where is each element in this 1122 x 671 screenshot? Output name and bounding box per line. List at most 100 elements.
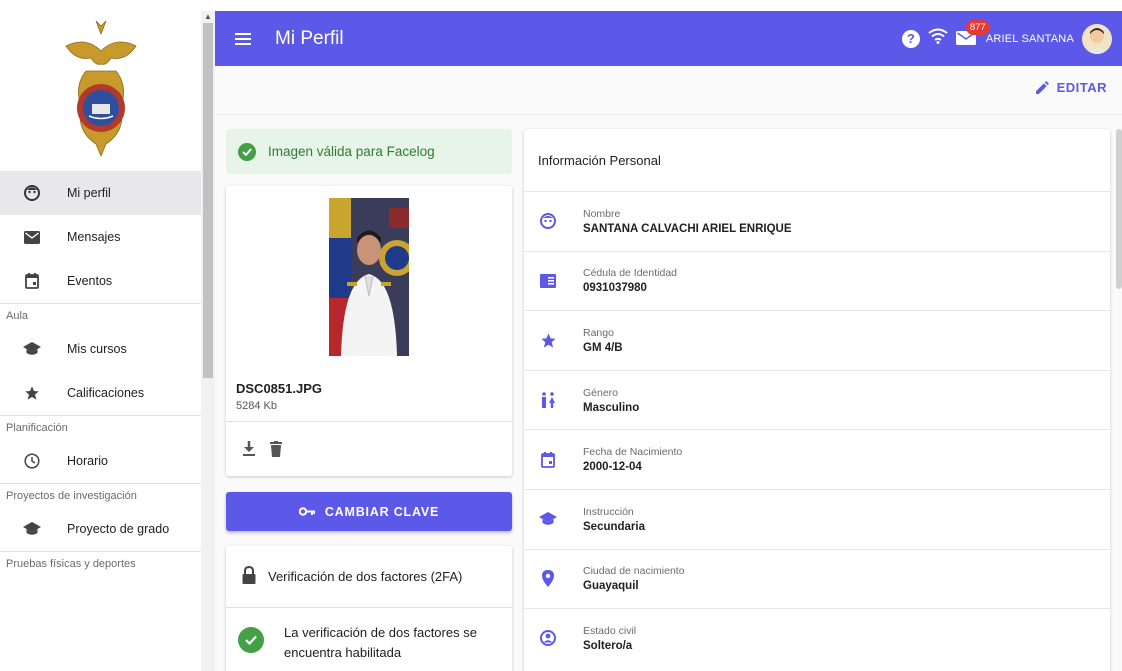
sidebar-item-horario[interactable]: Horario bbox=[0, 439, 201, 483]
menu-icon[interactable] bbox=[235, 32, 251, 45]
sidebar-item-mi-perfil[interactable]: Mi perfil bbox=[0, 171, 201, 215]
sidebar-item-mis-cursos[interactable]: Mis cursos bbox=[0, 327, 201, 371]
two-factor-status-line2: encuentra habilitada bbox=[284, 645, 402, 660]
face-icon bbox=[538, 211, 558, 231]
sidebar-item-label: Horario bbox=[67, 454, 108, 468]
photo-file-name: DSC0851.JPG bbox=[236, 381, 322, 396]
sidebar-item-proyecto-de-grado[interactable]: Proyecto de grado bbox=[0, 507, 201, 551]
help-icon[interactable]: ? bbox=[901, 29, 920, 48]
field-label: Instrucción bbox=[583, 505, 634, 518]
field-value: Soltero/a bbox=[583, 639, 633, 652]
sidebar-item-calificaciones[interactable]: Calificaciones bbox=[0, 371, 201, 415]
field-value: Masculino bbox=[583, 401, 640, 414]
info-row-nombre: Nombre SANTANA CALVACHI ARIEL ENRIQUE bbox=[524, 191, 1110, 251]
location-pin-icon bbox=[538, 569, 558, 589]
sidebar-item-label: Mensajes bbox=[67, 230, 121, 244]
change-password-button[interactable]: CAMBIAR CLAVE bbox=[226, 492, 512, 531]
section-aula: Aula bbox=[0, 303, 201, 327]
photo-valid-message: Imagen válida para Facelog bbox=[268, 144, 435, 159]
school-icon bbox=[22, 519, 42, 539]
user-name[interactable]: ARIEL SANTANA bbox=[986, 33, 1074, 45]
sidebar-item-label: Calificaciones bbox=[67, 386, 145, 400]
field-label: Nombre bbox=[583, 207, 621, 220]
section-planificacion: Planificación bbox=[0, 415, 201, 439]
sidebar-item-mensajes[interactable]: Mensajes bbox=[0, 215, 201, 259]
personal-info-title: Información Personal bbox=[538, 152, 661, 168]
sidebar: Mi perfil Mensajes Eventos Aula Mis curs… bbox=[0, 11, 201, 671]
photo-file-size: 5284 Kb bbox=[236, 400, 277, 412]
mail-icon bbox=[22, 227, 42, 247]
sidebar-item-label: Proyecto de grado bbox=[67, 522, 170, 536]
header-actions: ? 877 ARIEL SANTANA bbox=[901, 11, 1112, 66]
two-factor-status-line1: La verificación de dos factores se bbox=[284, 625, 477, 640]
two-factor-card: Verificación de dos factores (2FA) La ve… bbox=[226, 546, 512, 671]
sidebar-item-eventos[interactable]: Eventos bbox=[0, 259, 201, 303]
sidebar-scrollbar[interactable]: ▲ bbox=[201, 11, 215, 671]
field-value: GM 4/B bbox=[583, 341, 623, 354]
section-pruebas-fisicas: Pruebas físicas y deportes bbox=[0, 551, 201, 575]
app-root: Mi perfil Mensajes Eventos Aula Mis curs… bbox=[0, 0, 1122, 671]
school-icon bbox=[22, 339, 42, 359]
field-value: 2000-12-04 bbox=[583, 461, 642, 474]
sidebar-scroll-thumb[interactable] bbox=[203, 23, 213, 378]
field-label: Estado civil bbox=[583, 624, 637, 637]
field-value: Guayaquil bbox=[583, 580, 639, 593]
content-scroll-thumb[interactable] bbox=[1116, 129, 1122, 289]
two-factor-status: La verificación de dos factores se encue… bbox=[226, 608, 512, 671]
school-icon bbox=[538, 509, 558, 529]
notifications-button[interactable]: 877 bbox=[955, 19, 990, 48]
gender-icon bbox=[538, 390, 558, 410]
profile-photo-card: DSC0851.JPG 5284 Kb bbox=[226, 186, 512, 476]
id-card-icon bbox=[538, 271, 558, 291]
two-factor-status-text: La verificación de dos factores se encue… bbox=[284, 623, 477, 663]
check-circle-icon bbox=[238, 142, 256, 161]
personal-info-card: Información Personal Nombre SANTANA CALVA… bbox=[524, 129, 1110, 671]
person-badge-icon bbox=[538, 628, 558, 648]
field-value: Secundaria bbox=[583, 520, 645, 533]
clock-icon bbox=[22, 451, 42, 471]
field-value: SANTANA CALVACHI ARIEL ENRIQUE bbox=[583, 222, 792, 235]
app-header: Mi Perfil ? 877 ARIEL SANTANA bbox=[215, 11, 1122, 66]
star-icon bbox=[22, 383, 42, 403]
avatar[interactable] bbox=[1082, 23, 1112, 54]
info-row-rango: Rango GM 4/B bbox=[524, 310, 1110, 370]
edit-button[interactable]: EDITAR bbox=[1035, 80, 1107, 95]
field-value: 0931037980 bbox=[583, 282, 647, 295]
download-icon[interactable] bbox=[242, 441, 256, 462]
field-label: Cédula de Identidad bbox=[583, 267, 677, 280]
edit-button-label: EDITAR bbox=[1056, 80, 1107, 95]
info-row-instruccion: Instrucción Secundaria bbox=[524, 488, 1110, 549]
star-icon bbox=[538, 330, 558, 350]
check-circle-icon bbox=[238, 627, 264, 653]
page-toolbar: EDITAR bbox=[215, 66, 1122, 115]
institution-logo bbox=[0, 11, 201, 171]
lock-icon bbox=[242, 565, 256, 587]
profile-photo bbox=[329, 198, 409, 356]
info-row-cedula: Cédula de Identidad 0931037980 bbox=[524, 250, 1110, 311]
info-row-ciudad-nacimiento: Ciudad de nacimiento Guayaquil bbox=[524, 548, 1110, 609]
two-factor-title: Verificación de dos factores (2FA) bbox=[268, 569, 463, 584]
info-row-fecha-nacimiento: Fecha de Nacimiento 2000-12-04 bbox=[524, 429, 1110, 489]
field-label: Fecha de Nacimiento bbox=[583, 446, 683, 459]
field-label: Rango bbox=[583, 326, 614, 339]
key-icon bbox=[298, 507, 315, 516]
wifi-icon[interactable] bbox=[928, 28, 948, 49]
trash-icon[interactable] bbox=[270, 441, 282, 462]
face-icon bbox=[22, 183, 42, 203]
sidebar-item-label: Eventos bbox=[67, 274, 113, 288]
calendar-icon bbox=[22, 271, 42, 291]
sidebar-item-label: Mis cursos bbox=[67, 342, 127, 356]
info-row-genero: Género Masculino bbox=[524, 369, 1110, 430]
section-proyectos: Proyectos de investigación bbox=[0, 483, 201, 507]
page-title: Mi Perfil bbox=[275, 27, 344, 49]
change-password-label: CAMBIAR CLAVE bbox=[324, 504, 440, 519]
window-top-strip bbox=[0, 0, 1122, 11]
field-label: Ciudad de nacimiento bbox=[583, 565, 685, 578]
calendar-icon bbox=[538, 450, 558, 470]
scroll-up-icon[interactable]: ▲ bbox=[204, 12, 212, 21]
photo-valid-alert: Imagen válida para Facelog bbox=[226, 129, 512, 174]
field-label: Género bbox=[583, 386, 619, 399]
info-row-estado-civil: Estado civil Soltero/a bbox=[524, 608, 1110, 668]
pencil-icon bbox=[1035, 81, 1049, 94]
two-factor-header: Verificación de dos factores (2FA) bbox=[226, 546, 512, 608]
